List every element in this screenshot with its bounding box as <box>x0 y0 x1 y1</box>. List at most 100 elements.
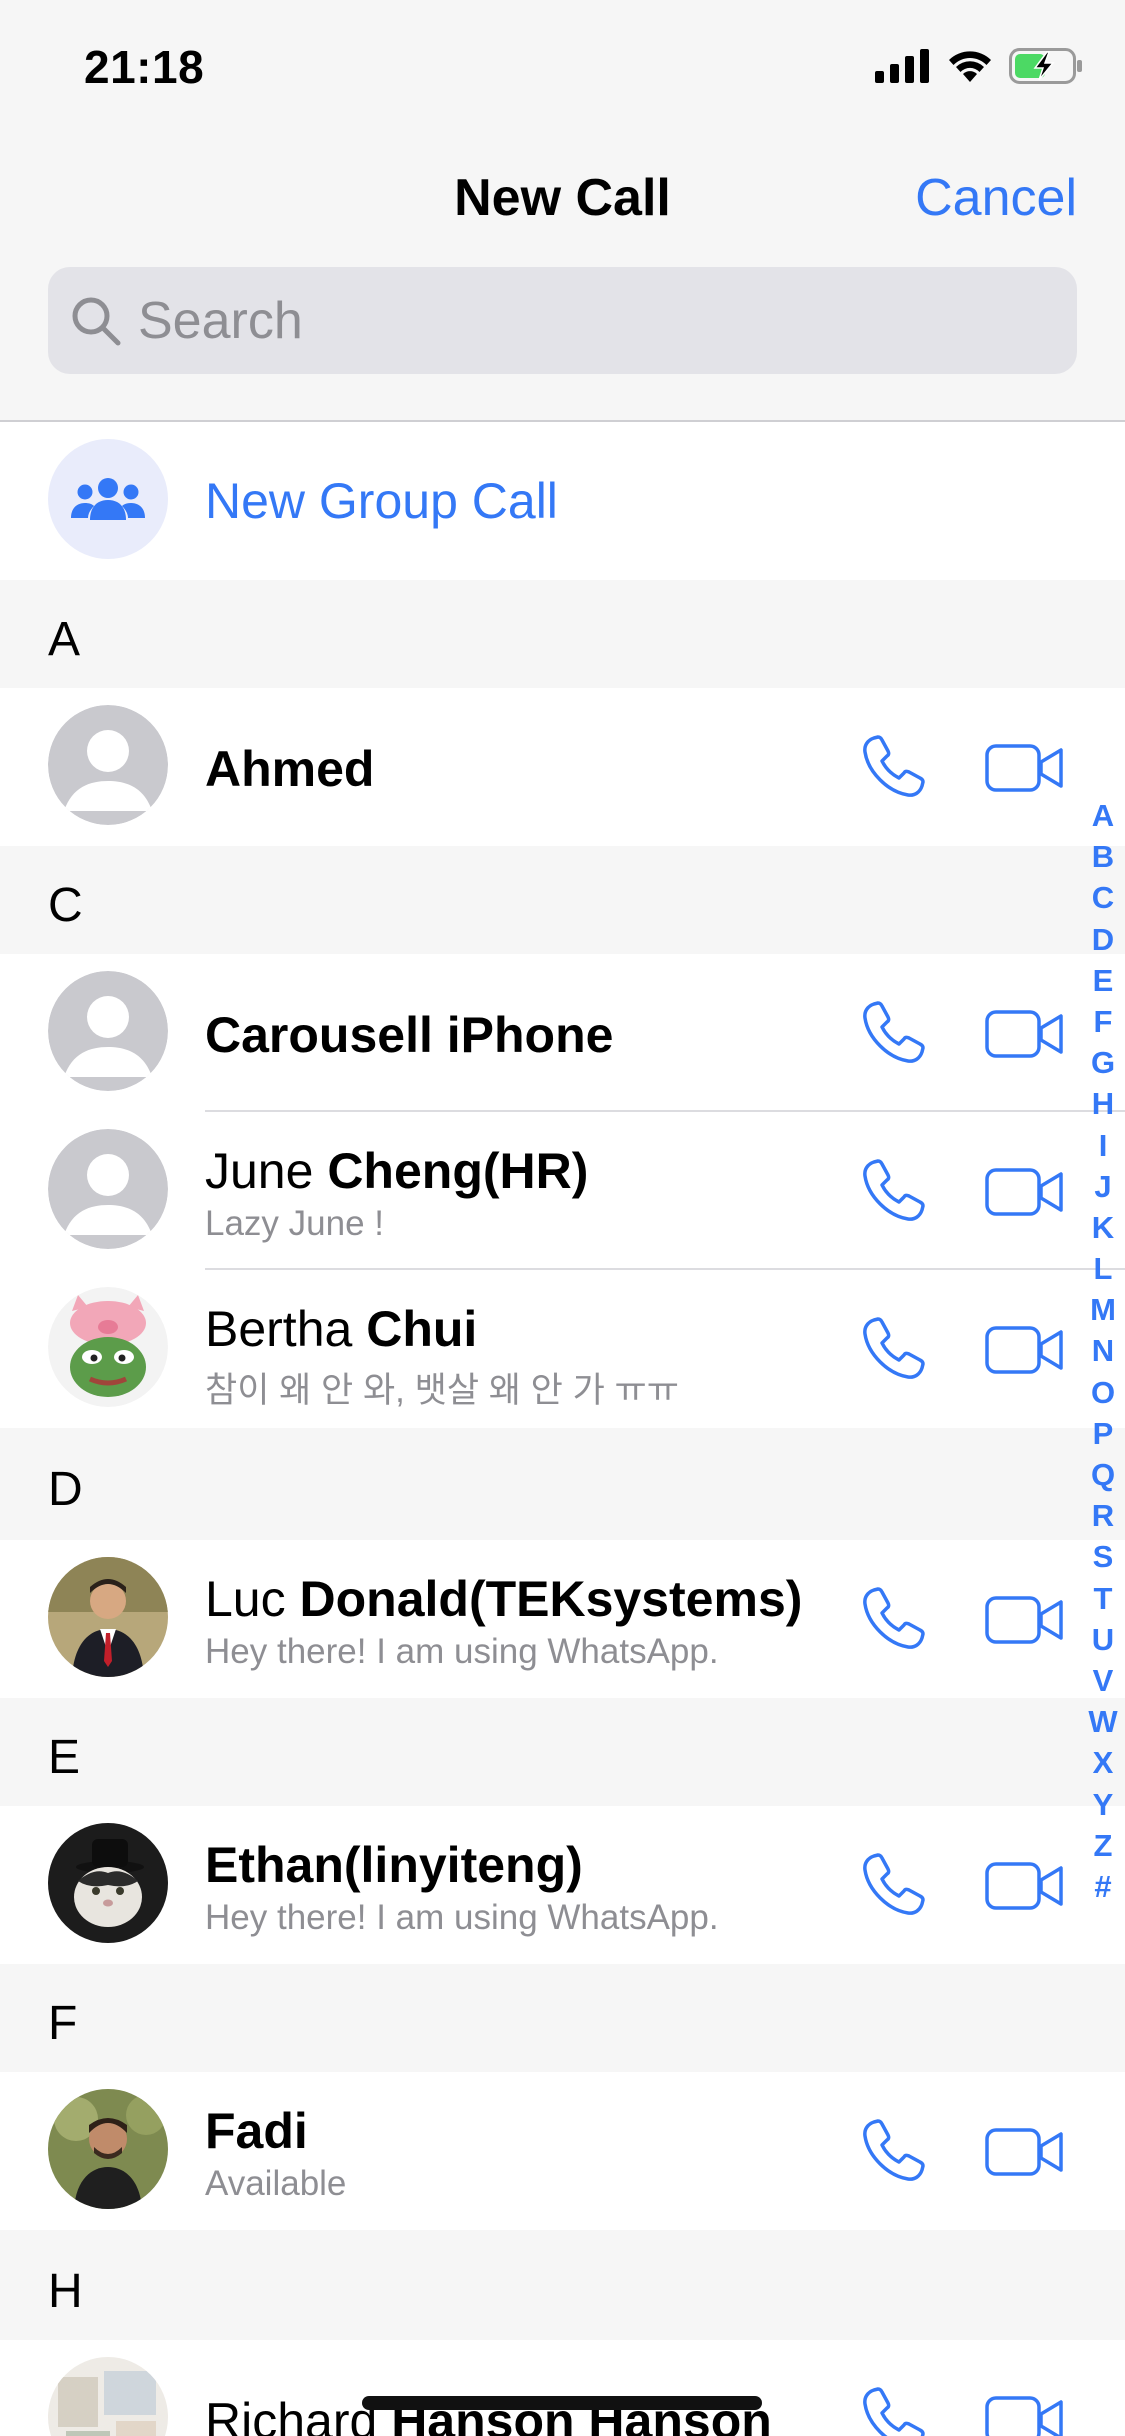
index-letter[interactable]: H <box>1085 1083 1121 1124</box>
avatar-photo <box>48 1823 168 1943</box>
contact-status: Hey there! I am using WhatsApp. <box>205 1898 719 1937</box>
section-header-f: F <box>0 1964 1125 2072</box>
person-placeholder-icon <box>48 1129 168 1249</box>
video-icon[interactable] <box>985 740 1065 796</box>
last-name: Chui <box>366 1301 478 1357</box>
first-name: June <box>205 1143 328 1199</box>
contact-row-bertha[interactable]: Bertha Chui 참이 왜 안 와, 뱃살 왜 안 가 ㅠㅠ <box>0 1270 1125 1428</box>
index-letter[interactable]: L <box>1085 1248 1121 1289</box>
avatar <box>48 1129 168 1249</box>
phone-icon[interactable] <box>858 2116 928 2186</box>
contact-row-carousell[interactable]: Carousell iPhone <box>0 954 1125 1112</box>
contact-row-luc[interactable]: Luc Donald(TEKsystems) Hey there! I am u… <box>0 1540 1125 1698</box>
index-letter[interactable]: S <box>1085 1536 1121 1577</box>
home-indicator[interactable] <box>362 2396 762 2410</box>
index-letter[interactable]: B <box>1085 836 1121 877</box>
index-letter[interactable]: Z <box>1085 1825 1121 1866</box>
index-letter[interactable]: Q <box>1085 1454 1121 1495</box>
contact-name: Bertha Chui <box>205 1300 477 1358</box>
phone-icon[interactable] <box>858 1314 928 1384</box>
frog-pig-avatar-icon <box>48 1287 168 1407</box>
index-letter[interactable]: V <box>1085 1660 1121 1701</box>
person-placeholder-icon <box>48 971 168 1091</box>
section-letter: F <box>48 1997 78 2050</box>
new-group-call-row[interactable]: New Group Call <box>0 422 1125 580</box>
video-icon[interactable] <box>985 2392 1065 2436</box>
index-letter[interactable]: W <box>1085 1701 1121 1742</box>
contact-name: Fadi <box>205 2103 308 2159</box>
phone-icon[interactable] <box>858 1584 928 1654</box>
index-letter[interactable]: D <box>1085 919 1121 960</box>
avatar-photo <box>48 2357 168 2436</box>
status-icons <box>875 48 1083 84</box>
contact-row-ahmed[interactable]: Ahmed <box>0 688 1125 846</box>
avatar <box>48 705 168 825</box>
index-letter[interactable]: J <box>1085 1166 1121 1207</box>
section-letter: C <box>48 879 83 932</box>
contact-name: Luc Donald(TEKsystems) <box>205 1570 802 1628</box>
phone-icon[interactable] <box>858 2384 928 2436</box>
contact-status: Lazy June ! <box>205 1204 384 1243</box>
phone-icon[interactable] <box>858 1850 928 1920</box>
section-header-a: A <box>0 580 1125 688</box>
status-bar: 21:18 <box>0 0 1125 135</box>
index-letter[interactable]: C <box>1085 877 1121 918</box>
last-name: Cheng(HR) <box>327 1143 589 1199</box>
phone-icon[interactable] <box>858 1156 928 1226</box>
contact-status: 참이 왜 안 와, 뱃살 왜 안 가 ㅠㅠ <box>205 1371 679 1410</box>
index-letter[interactable]: Y <box>1085 1784 1121 1825</box>
index-letter[interactable]: O <box>1085 1372 1121 1413</box>
video-icon[interactable] <box>985 1858 1065 1914</box>
section-header-e: E <box>0 1698 1125 1806</box>
index-letter[interactable]: M <box>1085 1289 1121 1330</box>
search-input[interactable]: Search <box>48 267 1077 374</box>
video-icon[interactable] <box>985 1164 1065 1220</box>
contact-status: Hey there! I am using WhatsApp. <box>205 1632 719 1671</box>
status-time: 21:18 <box>84 41 205 93</box>
index-letter[interactable]: X <box>1085 1742 1121 1783</box>
collage-photo-icon <box>48 2357 168 2436</box>
index-letter[interactable]: R <box>1085 1495 1121 1536</box>
avatar <box>48 971 168 1091</box>
index-letter[interactable]: A <box>1085 795 1121 836</box>
contact-status: Available <box>205 2164 347 2203</box>
index-letter[interactable]: # <box>1085 1866 1121 1907</box>
index-letter[interactable]: T <box>1085 1578 1121 1619</box>
index-letter[interactable]: K <box>1085 1207 1121 1248</box>
phone-icon[interactable] <box>858 732 928 802</box>
last-name: Donald(TEKsystems) <box>299 1571 803 1627</box>
new-group-call-label: New Group Call <box>205 473 558 529</box>
contact-row-richard[interactable]: Richard Hanson Hanson <box>0 2340 1125 2436</box>
index-letter[interactable]: F <box>1085 1001 1121 1042</box>
index-letter[interactable]: N <box>1085 1330 1121 1371</box>
video-icon[interactable] <box>985 2124 1065 2180</box>
contact-row-june[interactable]: June Cheng(HR) Lazy June ! <box>0 1112 1125 1270</box>
group-icon-circle <box>48 439 168 559</box>
index-letter[interactable]: E <box>1085 960 1121 1001</box>
wifi-icon <box>949 51 991 82</box>
contact-name: Ahmed <box>205 741 375 797</box>
cat-photo-icon <box>48 1823 168 1943</box>
index-letter[interactable]: I <box>1085 1125 1121 1166</box>
person-photo-icon <box>48 1557 168 1677</box>
index-letter[interactable]: G <box>1085 1042 1121 1083</box>
person-photo-icon <box>48 2089 168 2209</box>
cancel-button[interactable]: Cancel <box>915 168 1077 228</box>
video-icon[interactable] <box>985 1006 1065 1062</box>
alphabet-index[interactable]: A B C D E F G H I J K L M N O P Q R S T U V W X Y Z # <box>1085 795 1121 1907</box>
avatar-frog-pig <box>48 1287 168 1407</box>
phone-icon[interactable] <box>858 998 928 1068</box>
video-icon[interactable] <box>985 1322 1065 1378</box>
section-header-h: H <box>0 2232 1125 2340</box>
group-icon <box>71 478 145 520</box>
first-name: Bertha <box>205 1301 367 1357</box>
video-icon[interactable] <box>985 1592 1065 1648</box>
section-letter: H <box>48 2265 83 2318</box>
search-icon <box>72 297 121 345</box>
index-letter[interactable]: P <box>1085 1413 1121 1454</box>
person-placeholder-icon <box>48 705 168 825</box>
contact-row-ethan[interactable]: Ethan(linyiteng) Hey there! I am using W… <box>0 1806 1125 1964</box>
index-letter[interactable]: U <box>1085 1619 1121 1660</box>
section-letter: E <box>48 1731 81 1784</box>
contact-row-fadi[interactable]: Fadi Available <box>0 2072 1125 2230</box>
